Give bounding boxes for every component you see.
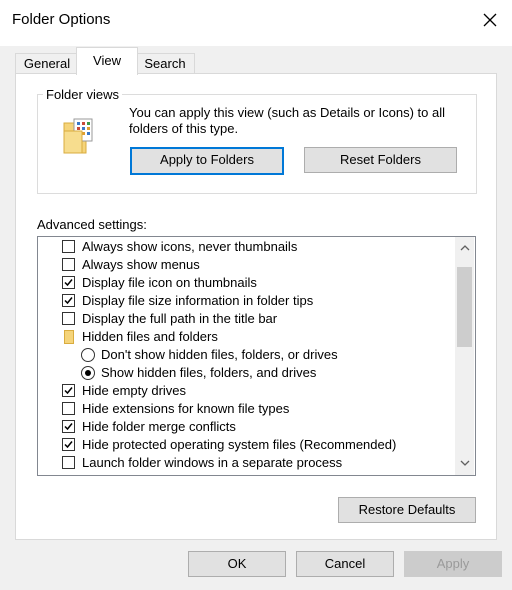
checkbox[interactable]	[62, 456, 75, 469]
radio-button[interactable]	[81, 348, 95, 362]
folder-views-label: Folder views	[43, 87, 122, 102]
tab-general[interactable]: General	[15, 53, 79, 74]
folder-views-description: You can apply this view (such as Details…	[129, 105, 446, 136]
vertical-scrollbar[interactable]	[455, 237, 474, 475]
tab-view[interactable]: View	[76, 47, 138, 75]
checkmark-icon	[64, 297, 73, 305]
checkbox-checked[interactable]	[62, 438, 75, 451]
radio-button-selected[interactable]	[81, 366, 95, 380]
list-item[interactable]: Display file size information in folder …	[38, 292, 455, 310]
cancel-button[interactable]: Cancel	[296, 551, 394, 577]
checkmark-icon	[64, 387, 73, 395]
scroll-up-button[interactable]	[455, 239, 474, 256]
list-item[interactable]: Always show icons, never thumbnails	[38, 238, 455, 256]
checkbox[interactable]	[62, 312, 75, 325]
checkbox[interactable]	[62, 240, 75, 253]
checkbox[interactable]	[62, 402, 75, 415]
advanced-settings-label: Advanced settings:	[37, 217, 147, 232]
list-item[interactable]: Hide folder merge conflicts	[38, 418, 455, 436]
scroll-down-button[interactable]	[455, 455, 474, 472]
close-button[interactable]	[472, 5, 508, 35]
window-title: Folder Options	[12, 11, 111, 28]
checkmark-icon	[64, 441, 73, 449]
list-item[interactable]: Hide empty drives	[38, 382, 455, 400]
folder-icon	[64, 330, 74, 344]
checkbox-checked[interactable]	[62, 294, 75, 307]
list-item[interactable]: Don't show hidden files, folders, or dri…	[38, 346, 455, 364]
apply-to-folders-button[interactable]: Apply to Folders	[130, 147, 284, 175]
reset-folders-button[interactable]: Reset Folders	[304, 147, 457, 173]
folder-views-icon	[62, 117, 94, 158]
tab-search[interactable]: Search	[135, 53, 195, 74]
checkbox-checked[interactable]	[62, 276, 75, 289]
apply-button[interactable]: Apply	[404, 551, 502, 577]
checkbox-checked[interactable]	[62, 384, 75, 397]
close-icon	[483, 13, 497, 27]
list-item[interactable]: Launch folder windows in a separate proc…	[38, 454, 455, 472]
list-item[interactable]: Hide extensions for known file types	[38, 400, 455, 418]
list-item[interactable]: Show hidden files, folders, and drives	[38, 364, 455, 382]
list-item[interactable]: Display the full path in the title bar	[38, 310, 455, 328]
folder-options-dialog: Folder Options General View Search Folde…	[0, 0, 512, 590]
restore-defaults-button[interactable]: Restore Defaults	[338, 497, 476, 523]
scroll-thumb[interactable]	[457, 267, 472, 347]
list-item[interactable]: Display file icon on thumbnails	[38, 274, 455, 292]
checkbox[interactable]	[62, 258, 75, 271]
list-item[interactable]: Hide protected operating system files (R…	[38, 436, 455, 454]
ok-button[interactable]: OK	[188, 551, 286, 577]
chevron-up-icon	[460, 245, 469, 251]
checkbox-checked[interactable]	[62, 420, 75, 433]
chevron-down-icon	[460, 460, 469, 466]
list-item[interactable]: Always show menus	[38, 256, 455, 274]
advanced-settings-list[interactable]: Always show icons, never thumbnails Alwa…	[37, 236, 476, 476]
checkmark-icon	[64, 279, 73, 287]
checkmark-icon	[64, 423, 73, 431]
title-bar[interactable]: Folder Options	[0, 0, 512, 40]
list-item: Hidden files and folders	[38, 328, 455, 346]
